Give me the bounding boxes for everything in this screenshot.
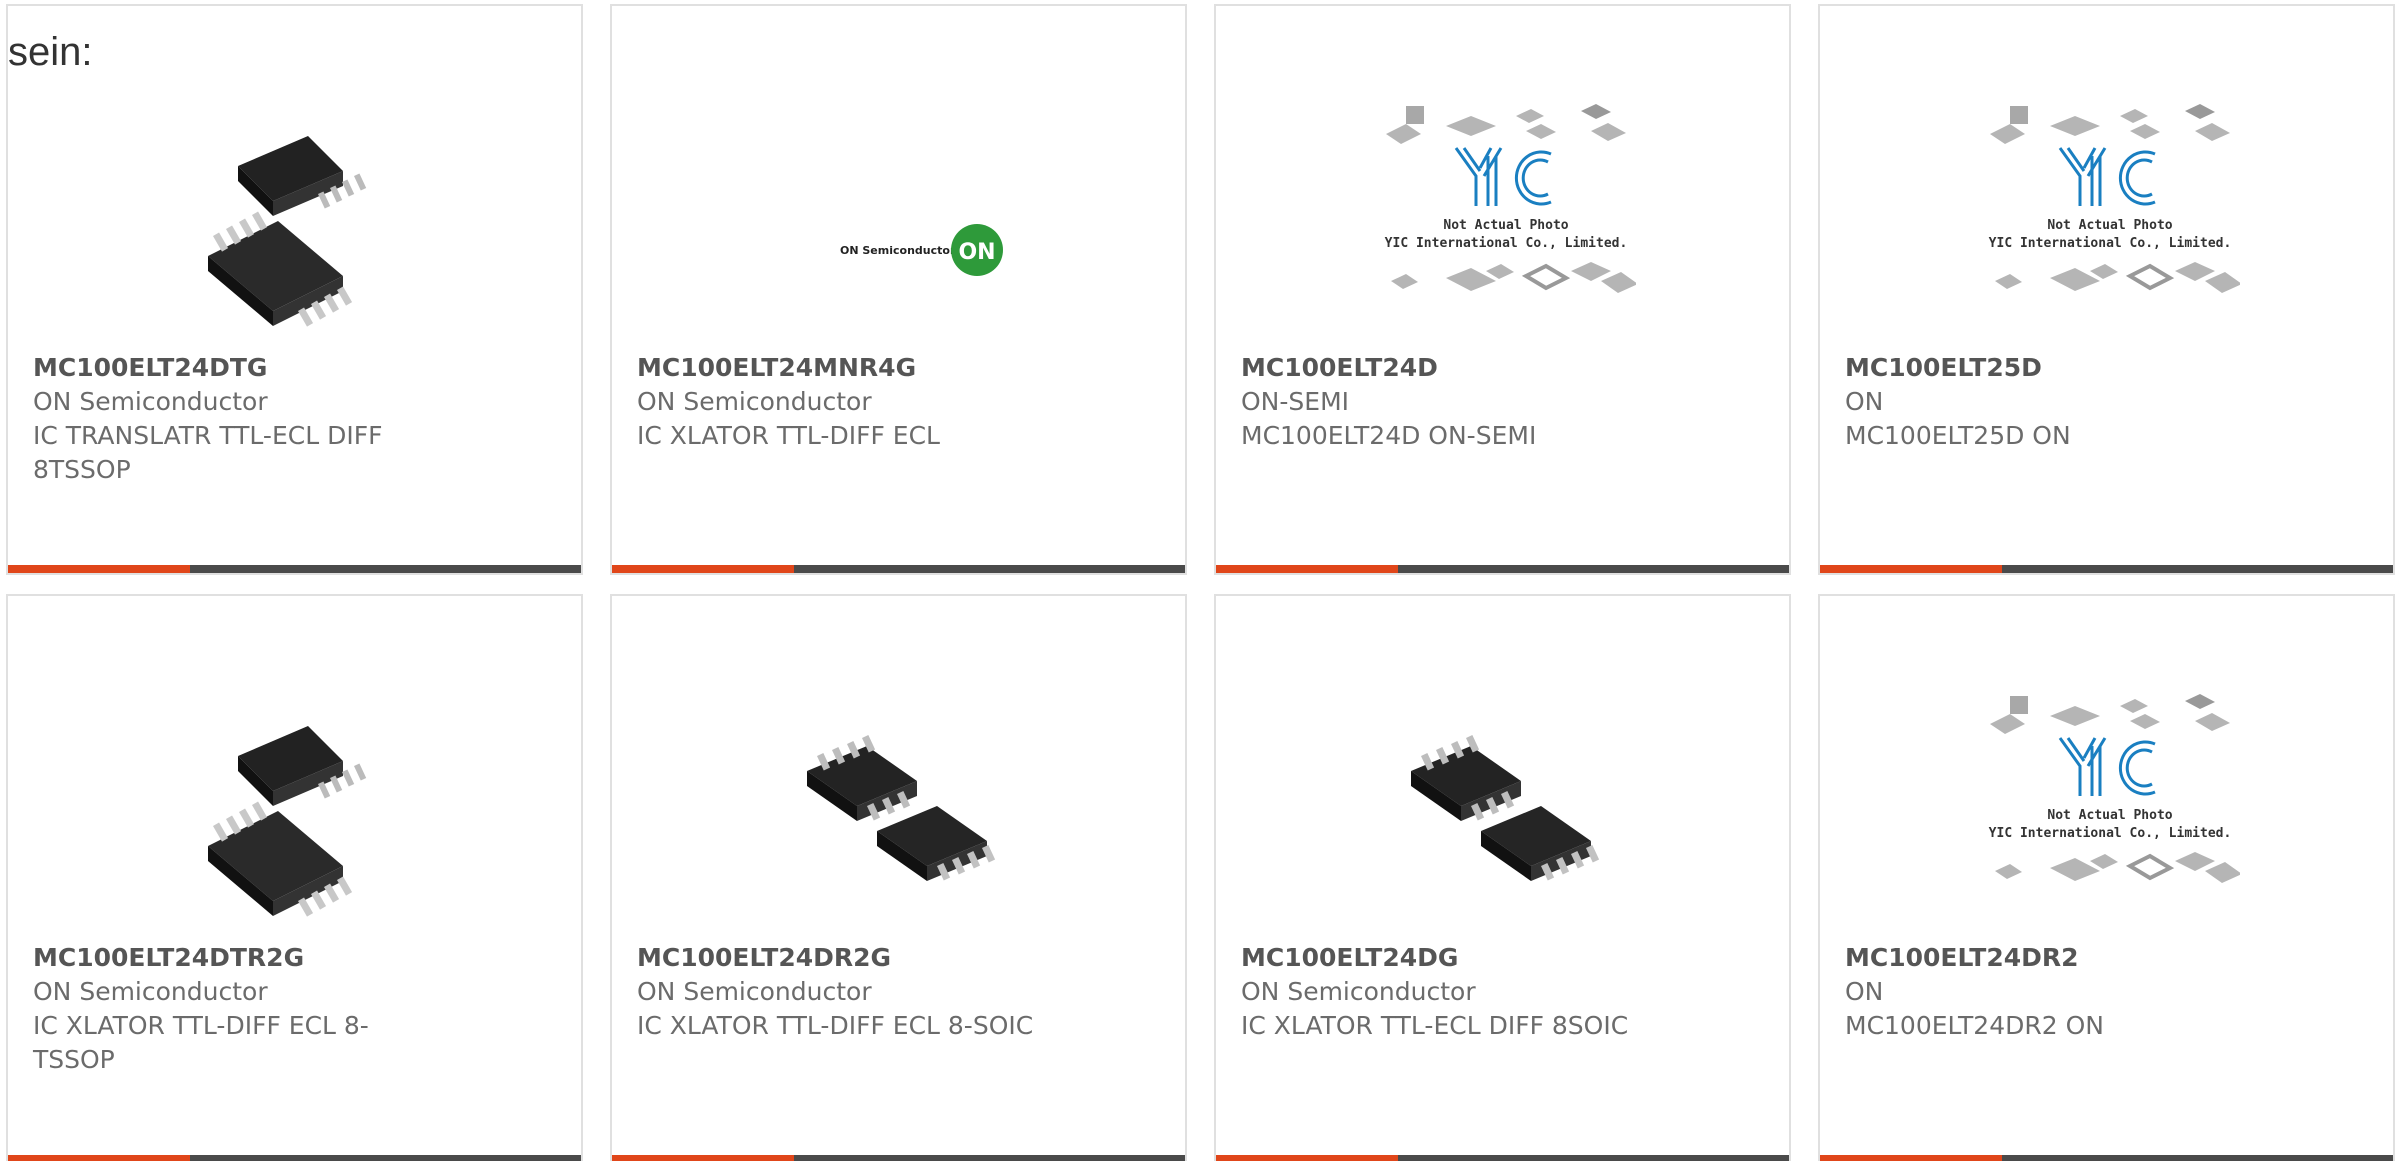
card-footer-bar	[1820, 565, 2393, 573]
product-card[interactable]: MC100ELT24DTG ON Semiconductor IC TRANSL…	[6, 4, 583, 575]
card-footer-bar	[8, 565, 581, 573]
product-description: MC100ELT25D ON	[1845, 421, 2071, 450]
part-number-link[interactable]: MC100ELT24DR2G	[637, 941, 1037, 975]
product-info: MC100ELT24D ON-SEMI MC100ELT24D ON-SEMI	[1241, 351, 1641, 453]
product-description: IC XLATOR TTL-DIFF ECL 8-TSSOP	[33, 1011, 369, 1074]
yic-notice-line1: Not Actual Photo	[2047, 218, 2172, 233]
product-image-chip-soic[interactable]	[772, 666, 1032, 936]
product-info: MC100ELT24DTR2G ON Semiconductor IC XLAT…	[33, 941, 433, 1077]
part-number-link[interactable]: MC100ELT24D	[1241, 351, 1641, 385]
card-footer-bar	[1216, 1155, 1789, 1161]
product-image-on-logo[interactable]: ON Semiconductor ON	[772, 76, 1032, 346]
yic-notice-line2: YIC International Co., Limited.	[1989, 826, 2232, 841]
product-info: MC100ELT24DG ON Semiconductor IC XLATOR …	[1241, 941, 1641, 1043]
product-image-chip-soic[interactable]	[1376, 666, 1636, 936]
product-description: IC XLATOR TTL-ECL DIFF 8SOIC	[1241, 1011, 1629, 1040]
product-grid-page: sein: MC100ELT24DTG ON Semiconductor IC …	[0, 0, 2400, 1161]
yic-notice-line1: Not Actual Photo	[2047, 808, 2172, 823]
product-card[interactable]: MC100ELT24DR2G ON Semiconductor IC XLATO…	[610, 594, 1187, 1161]
card-footer-bar	[1820, 1155, 2393, 1161]
manufacturer: ON	[1845, 387, 1884, 416]
product-info: MC100ELT24DR2 ON MC100ELT24DR2 ON	[1845, 941, 2245, 1043]
product-card[interactable]: MC100ELT24DTR2G ON Semiconductor IC XLAT…	[6, 594, 583, 1161]
part-number-link[interactable]: MC100ELT25D	[1845, 351, 2245, 385]
product-image-chip-tssop[interactable]	[168, 666, 428, 936]
product-description: MC100ELT24D ON-SEMI	[1241, 421, 1537, 450]
product-card[interactable]: MC100ELT24DG ON Semiconductor IC XLATOR …	[1214, 594, 1791, 1161]
product-image-yic-placeholder[interactable]: Not Actual Photo YIC International Co., …	[1376, 76, 1636, 346]
yic-notice-line2: YIC International Co., Limited.	[1385, 236, 1628, 251]
manufacturer: ON Semiconductor	[33, 387, 268, 416]
manufacturer: ON Semiconductor	[637, 387, 872, 416]
product-description: IC TRANSLATR TTL-ECL DIFF 8TSSOP	[33, 421, 383, 484]
manufacturer: ON Semiconductor	[1241, 977, 1476, 1006]
intro-text: sein:	[8, 30, 93, 74]
card-footer-bar	[8, 1155, 581, 1161]
yic-notice-line2: YIC International Co., Limited.	[1989, 236, 2232, 251]
product-info: MC100ELT24DTG ON Semiconductor IC TRANSL…	[33, 351, 433, 487]
part-number-link[interactable]: MC100ELT24DTG	[33, 351, 433, 385]
card-footer-bar	[612, 1155, 1185, 1161]
product-description: IC XLATOR TTL-DIFF ECL	[637, 421, 940, 450]
manufacturer: ON	[1845, 977, 1884, 1006]
manufacturer: ON-SEMI	[1241, 387, 1350, 416]
product-card[interactable]: Not Actual Photo YIC International Co., …	[1214, 4, 1791, 575]
product-image-yic-placeholder[interactable]: Not Actual Photo YIC International Co., …	[1980, 666, 2240, 936]
product-card[interactable]: Not Actual Photo YIC International Co., …	[1818, 4, 2395, 575]
product-info: MC100ELT25D ON MC100ELT25D ON	[1845, 351, 2245, 453]
on-wordmark: ON Semiconductor	[840, 244, 956, 257]
card-footer-bar	[1216, 565, 1789, 573]
on-badge: ON	[958, 240, 995, 265]
manufacturer: ON Semiconductor	[637, 977, 872, 1006]
product-card[interactable]: Not Actual Photo YIC International Co., …	[1818, 594, 2395, 1161]
part-number-link[interactable]: MC100ELT24DG	[1241, 941, 1641, 975]
part-number-link[interactable]: MC100ELT24DTR2G	[33, 941, 433, 975]
product-info: MC100ELT24MNR4G ON Semiconductor IC XLAT…	[637, 351, 1037, 453]
product-card[interactable]: ON Semiconductor ON MC100ELT24MNR4G ON S…	[610, 4, 1187, 575]
product-description: MC100ELT24DR2 ON	[1845, 1011, 2104, 1040]
product-info: MC100ELT24DR2G ON Semiconductor IC XLATO…	[637, 941, 1037, 1043]
product-description: IC XLATOR TTL-DIFF ECL 8-SOIC	[637, 1011, 1034, 1040]
manufacturer: ON Semiconductor	[33, 977, 268, 1006]
product-image-chip-tssop[interactable]	[168, 76, 428, 346]
part-number-link[interactable]: MC100ELT24MNR4G	[637, 351, 1037, 385]
yic-notice-line1: Not Actual Photo	[1443, 218, 1568, 233]
card-footer-bar	[612, 565, 1185, 573]
product-image-yic-placeholder[interactable]: Not Actual Photo YIC International Co., …	[1980, 76, 2240, 346]
part-number-link[interactable]: MC100ELT24DR2	[1845, 941, 2245, 975]
